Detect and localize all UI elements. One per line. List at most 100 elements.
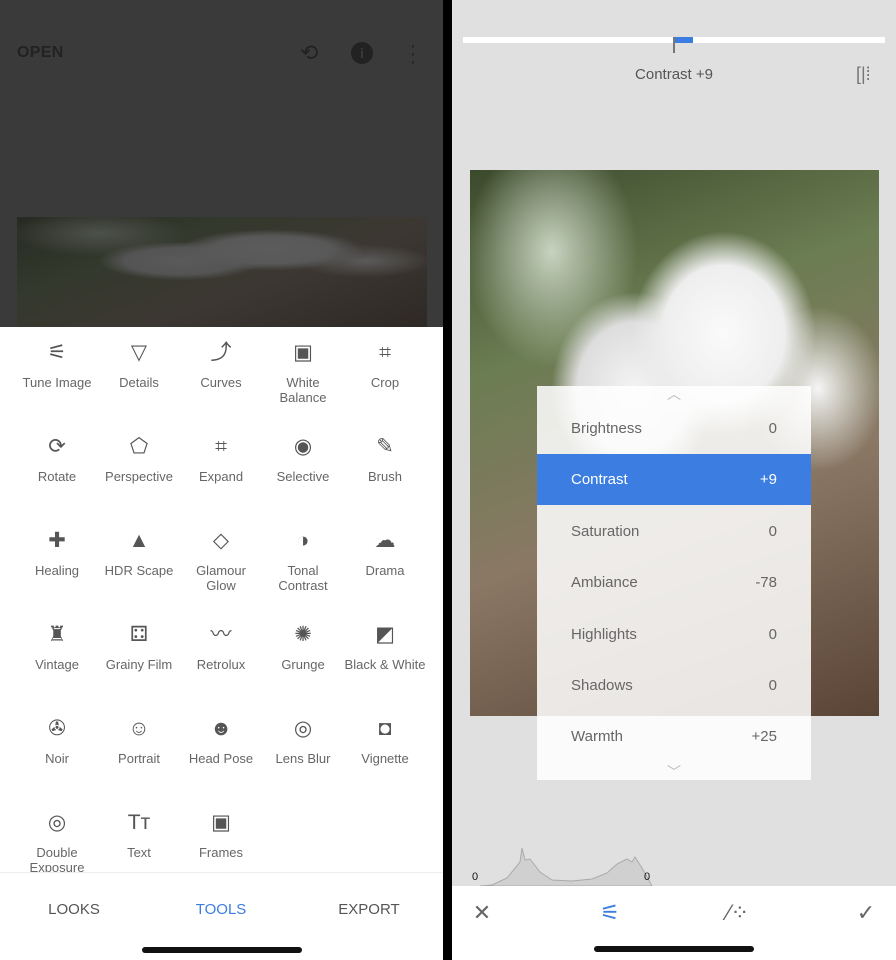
adjustment-shadows[interactable]: Shadows 0 [537,660,811,711]
tool-tonal-contrast[interactable]: ◑ Tonal Contrast [262,529,344,593]
adjustment-saturation[interactable]: Saturation 0 [537,506,811,557]
tool-label: Glamour Glow [196,563,246,593]
tool-text[interactable]: Tт Text [98,811,180,860]
adjustment-label: Brightness [571,420,642,437]
tool-label: Rotate [37,469,77,484]
tab-looks[interactable]: LOOKS [48,901,100,918]
tool-head-pose[interactable]: ☻ Head Pose [180,717,262,766]
tool-vignette[interactable]: ◘ Vignette [344,717,426,766]
histogram-left-clip: 0 [472,871,479,883]
tool-rotate[interactable]: ⟳ Rotate [16,435,98,484]
tune-image-screen: Contrast +9 [|⁞ ︿ ﹀ Brightness 0 Contrast +… [452,0,896,960]
tool-double-exposure[interactable]: ◎ Double Exposure [16,811,98,875]
tool-label: Details [119,375,159,390]
tool-retrolux[interactable]: 〰 Retrolux [180,623,262,672]
tune-icon[interactable]: ⚟ [600,900,620,926]
tool-drama[interactable]: ☁ Drama [344,529,426,578]
adjustment-value: -78 [755,574,777,592]
adjustment-highlights[interactable]: Highlights 0 [537,609,811,660]
close-icon[interactable]: ✕ [473,900,491,926]
tool-icon: ▽ [130,341,148,364]
tool-icon: ☻ [209,717,233,740]
check-icon[interactable]: ✓ [857,900,875,926]
tool-label: Noir [45,751,69,766]
tool-crop[interactable]: ⌗ Crop [344,341,426,390]
tool-perspective[interactable]: ⬠ Perspective [98,435,180,484]
tool-noir[interactable]: ✇ Noir [16,717,98,766]
tool-label: Head Pose [188,751,254,766]
adjustment-warmth[interactable]: Warmth +25 [537,711,811,762]
compare-icon[interactable]: [|⁞ [856,64,871,85]
adjustment-value: 0 [768,625,777,643]
tool-label: Vintage [35,657,79,672]
tools-screen: OPEN ⟲ i · · · ⚟ Tune Image ▽ Details ⤴ Curves ▣… [0,0,443,960]
home-indicator [142,947,302,953]
adjustment-label: Saturation [571,522,640,540]
tool-label: Grunge [281,657,325,672]
status-label: Contrast +9 [635,66,713,83]
tool-label: Grainy Film [105,657,173,672]
tool-icon: ◩ [375,623,395,646]
tool-hdr-scape[interactable]: ▲ HDR Scape [98,529,180,578]
tool-portrait[interactable]: ☺ Portrait [98,717,180,766]
tool-label: Perspective [105,469,173,484]
tool-grainy-film[interactable]: ⚃ Grainy Film [98,623,180,672]
undo-layers-icon[interactable]: ⟲ [300,40,318,66]
tool-icon: ☁ [374,529,396,552]
tool-icon: ⬠ [129,435,149,458]
chevron-down-icon[interactable]: ﹀ [537,762,811,782]
tool-curves[interactable]: ⤴ Curves [180,341,262,390]
tool-tune-image[interactable]: ⚟ Tune Image [16,341,98,390]
tool-icon: ✇ [48,717,66,740]
adjustment-value: +25 [751,728,777,746]
tool-icon: ⤴ [210,341,232,364]
tool-label: White Balance [279,375,327,405]
tool-label: Vignette [361,751,409,766]
tab-export[interactable]: EXPORT [338,901,399,918]
tool-label: Healing [34,563,80,578]
bottom-nav: LOOKS TOOLS EXPORT [0,872,443,960]
tools-sheet: ⚟ Tune Image ▽ Details ⤴ Curves ▣ White Balance… [0,327,443,960]
magic-wand-icon[interactable]: ⁄⁘ [727,900,749,926]
tool-icon: ✎ [376,435,394,458]
adjustment-label: Warmth [571,728,623,746]
adjustment-label: Contrast [571,471,628,489]
photo-preview [17,217,427,327]
tool-icon: ☺ [128,717,150,740]
chevron-up-icon[interactable]: ︿ [537,384,811,404]
tool-healing[interactable]: ✚ Healing [16,529,98,578]
tool-expand[interactable]: ⌗ Expand [180,435,262,484]
tab-tools[interactable]: TOOLS [196,901,247,918]
open-button[interactable]: OPEN [17,44,64,62]
tool-icon: ◑ [296,529,310,552]
tool-grunge[interactable]: ✺ Grunge [262,623,344,672]
adjustment-brightness[interactable]: Brightness 0 [537,403,811,454]
tool-label: Curves [200,375,242,390]
more-vert-icon[interactable]: · · · [408,36,418,72]
tool-selective[interactable]: ◉ Selective [262,435,344,484]
info-icon[interactable]: i [351,42,373,64]
tool-frames[interactable]: ▣ Frames [180,811,262,860]
tool-label: Black & White [344,657,426,672]
tool-icon: ◘ [378,717,392,740]
tool-vintage[interactable]: ♜ Vintage [16,623,98,672]
tool-label: Brush [368,469,402,484]
tool-label: Lens Blur [275,751,331,766]
adjustment-contrast[interactable]: Contrast +9 [537,454,811,506]
tool-brush[interactable]: ✎ Brush [344,435,426,484]
tool-label: Selective [276,469,330,484]
tool-details[interactable]: ▽ Details [98,341,180,390]
tool-black-white[interactable]: ◩ Black & White [344,623,426,672]
adjustment-value: +9 [759,471,777,489]
tool-glamour-glow[interactable]: ◇ Glamour Glow [180,529,262,593]
histogram-right-clip: 0 [644,871,651,883]
tool-label: Text [127,845,151,860]
tool-lens-blur[interactable]: ◎ Lens Blur [262,717,344,766]
tool-label: Retrolux [196,657,246,672]
adjustment-value: 0 [768,677,777,694]
adjustment-label: Ambiance [571,574,638,592]
adjustment-ambiance[interactable]: Ambiance -78 [537,557,811,608]
tool-white-balance[interactable]: ▣ White Balance [262,341,344,405]
tool-icon: ◇ [212,529,230,552]
adjustment-label: Shadows [571,677,633,694]
